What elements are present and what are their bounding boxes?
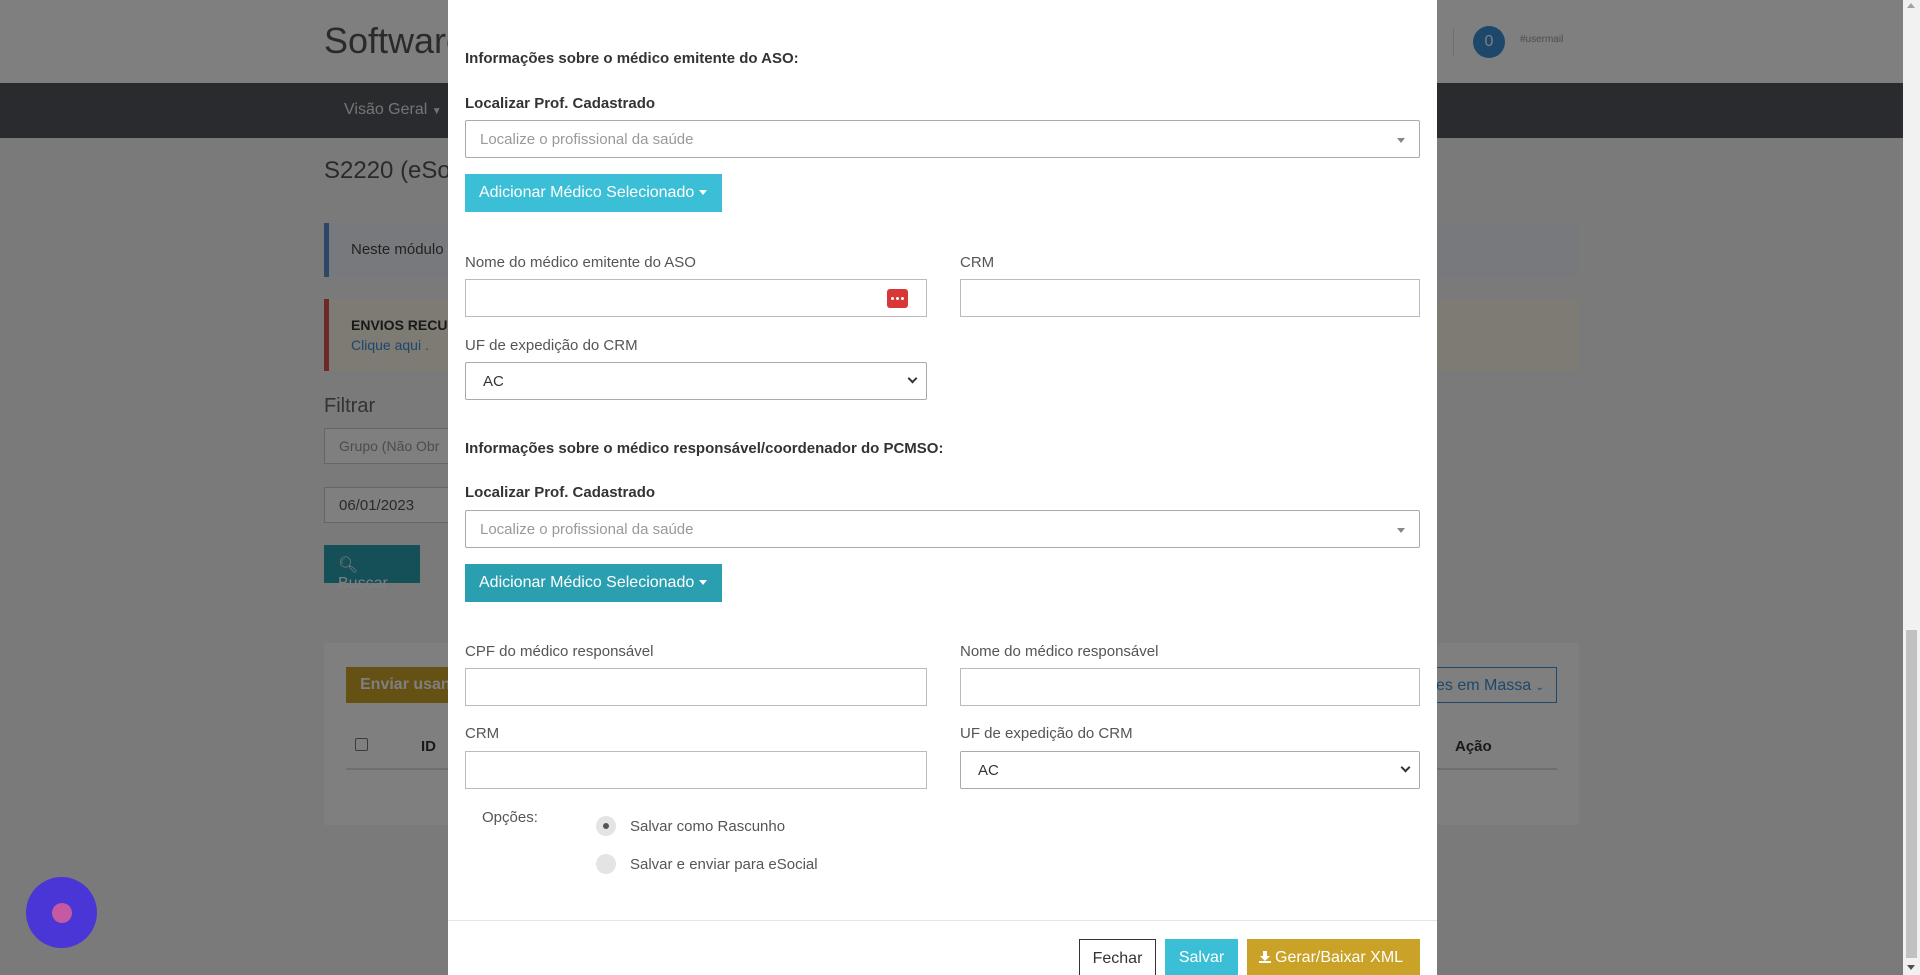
issuer-name-field[interactable] (465, 279, 927, 317)
caret-down-icon (1397, 528, 1405, 533)
chevron-down-icon (907, 373, 918, 384)
issuer-uf-label: UF de expedição do CRM (465, 337, 638, 354)
chevron-down-icon (1400, 762, 1411, 773)
scroll-up-arrow-icon[interactable] (1907, 3, 1915, 8)
password-manager-icon[interactable] (887, 289, 908, 308)
coordinator-add-doctor-button[interactable]: Adicionar Médico Selecionado (465, 564, 722, 602)
issuer-crm-field[interactable] (960, 279, 1420, 317)
generate-xml-button[interactable]: Gerar/Baixar XML (1247, 939, 1420, 975)
issuer-crm-label: CRM (960, 254, 995, 271)
radio-save-draft-label[interactable]: Salvar como Rascunho (630, 818, 785, 835)
coordinator-cpf-field[interactable] (465, 668, 927, 706)
coordinator-name-field[interactable] (960, 668, 1420, 706)
chat-icon (52, 903, 72, 923)
options-label: Opções: (482, 809, 538, 826)
coordinator-professional-placeholder: Localize o profissional da saúde (480, 521, 694, 538)
issuer-find-label: Localizar Prof. Cadastrado (465, 95, 656, 112)
save-button[interactable]: Salvar (1165, 939, 1238, 975)
modal-footer-divider (448, 920, 1437, 921)
generate-xml-label: Gerar/Baixar XML (1275, 949, 1404, 966)
s2220-modal: Informações sobre o médico emitente do A… (448, 0, 1437, 975)
radio-save-draft[interactable] (596, 816, 616, 836)
download-icon (1259, 951, 1271, 963)
caret-down-icon (1397, 138, 1405, 143)
coordinator-professional-select[interactable]: Localize o profissional da saúde (465, 510, 1420, 548)
scroll-down-arrow-icon[interactable] (1907, 965, 1915, 970)
coordinator-uf-value: AC (978, 762, 999, 779)
chat-widget-button[interactable] (26, 877, 97, 948)
issuer-professional-select[interactable]: Localize o profissional da saúde (465, 120, 1420, 158)
coordinator-uf-select[interactable]: AC (960, 751, 1420, 789)
coordinator-crm-field[interactable] (465, 751, 927, 789)
issuer-professional-placeholder: Localize o profissional da saúde (480, 131, 694, 148)
coordinator-uf-label: UF de expedição do CRM (960, 725, 1133, 742)
coordinator-add-doctor-label: Adicionar Médico Selecionado (479, 574, 695, 591)
radio-save-and-send[interactable] (596, 854, 616, 874)
scrollbar-thumb[interactable] (1906, 630, 1917, 958)
coordinator-crm-label: CRM (465, 725, 500, 742)
page-scrollbar[interactable] (1903, 0, 1920, 975)
coordinator-name-label: Nome do médico responsável (960, 643, 1159, 660)
coordinator-find-label: Localizar Prof. Cadastrado (465, 484, 656, 501)
issuer-add-doctor-label: Adicionar Médico Selecionado (479, 184, 695, 201)
close-button[interactable]: Fechar (1079, 939, 1156, 975)
issuer-section-title: Informações sobre o médico emitente do A… (465, 50, 799, 67)
radio-save-and-send-label[interactable]: Salvar e enviar para eSocial (630, 856, 818, 873)
caret-down-icon (699, 580, 708, 586)
caret-down-icon (699, 190, 708, 196)
coordinator-cpf-label: CPF do médico responsável (465, 643, 654, 660)
issuer-add-doctor-button[interactable]: Adicionar Médico Selecionado (465, 174, 722, 212)
issuer-uf-select[interactable]: AC (465, 362, 927, 400)
coordinator-section-title: Informações sobre o médico responsável/c… (465, 440, 944, 457)
issuer-uf-value: AC (483, 373, 504, 390)
issuer-name-label: Nome do médico emitente do ASO (465, 254, 696, 271)
